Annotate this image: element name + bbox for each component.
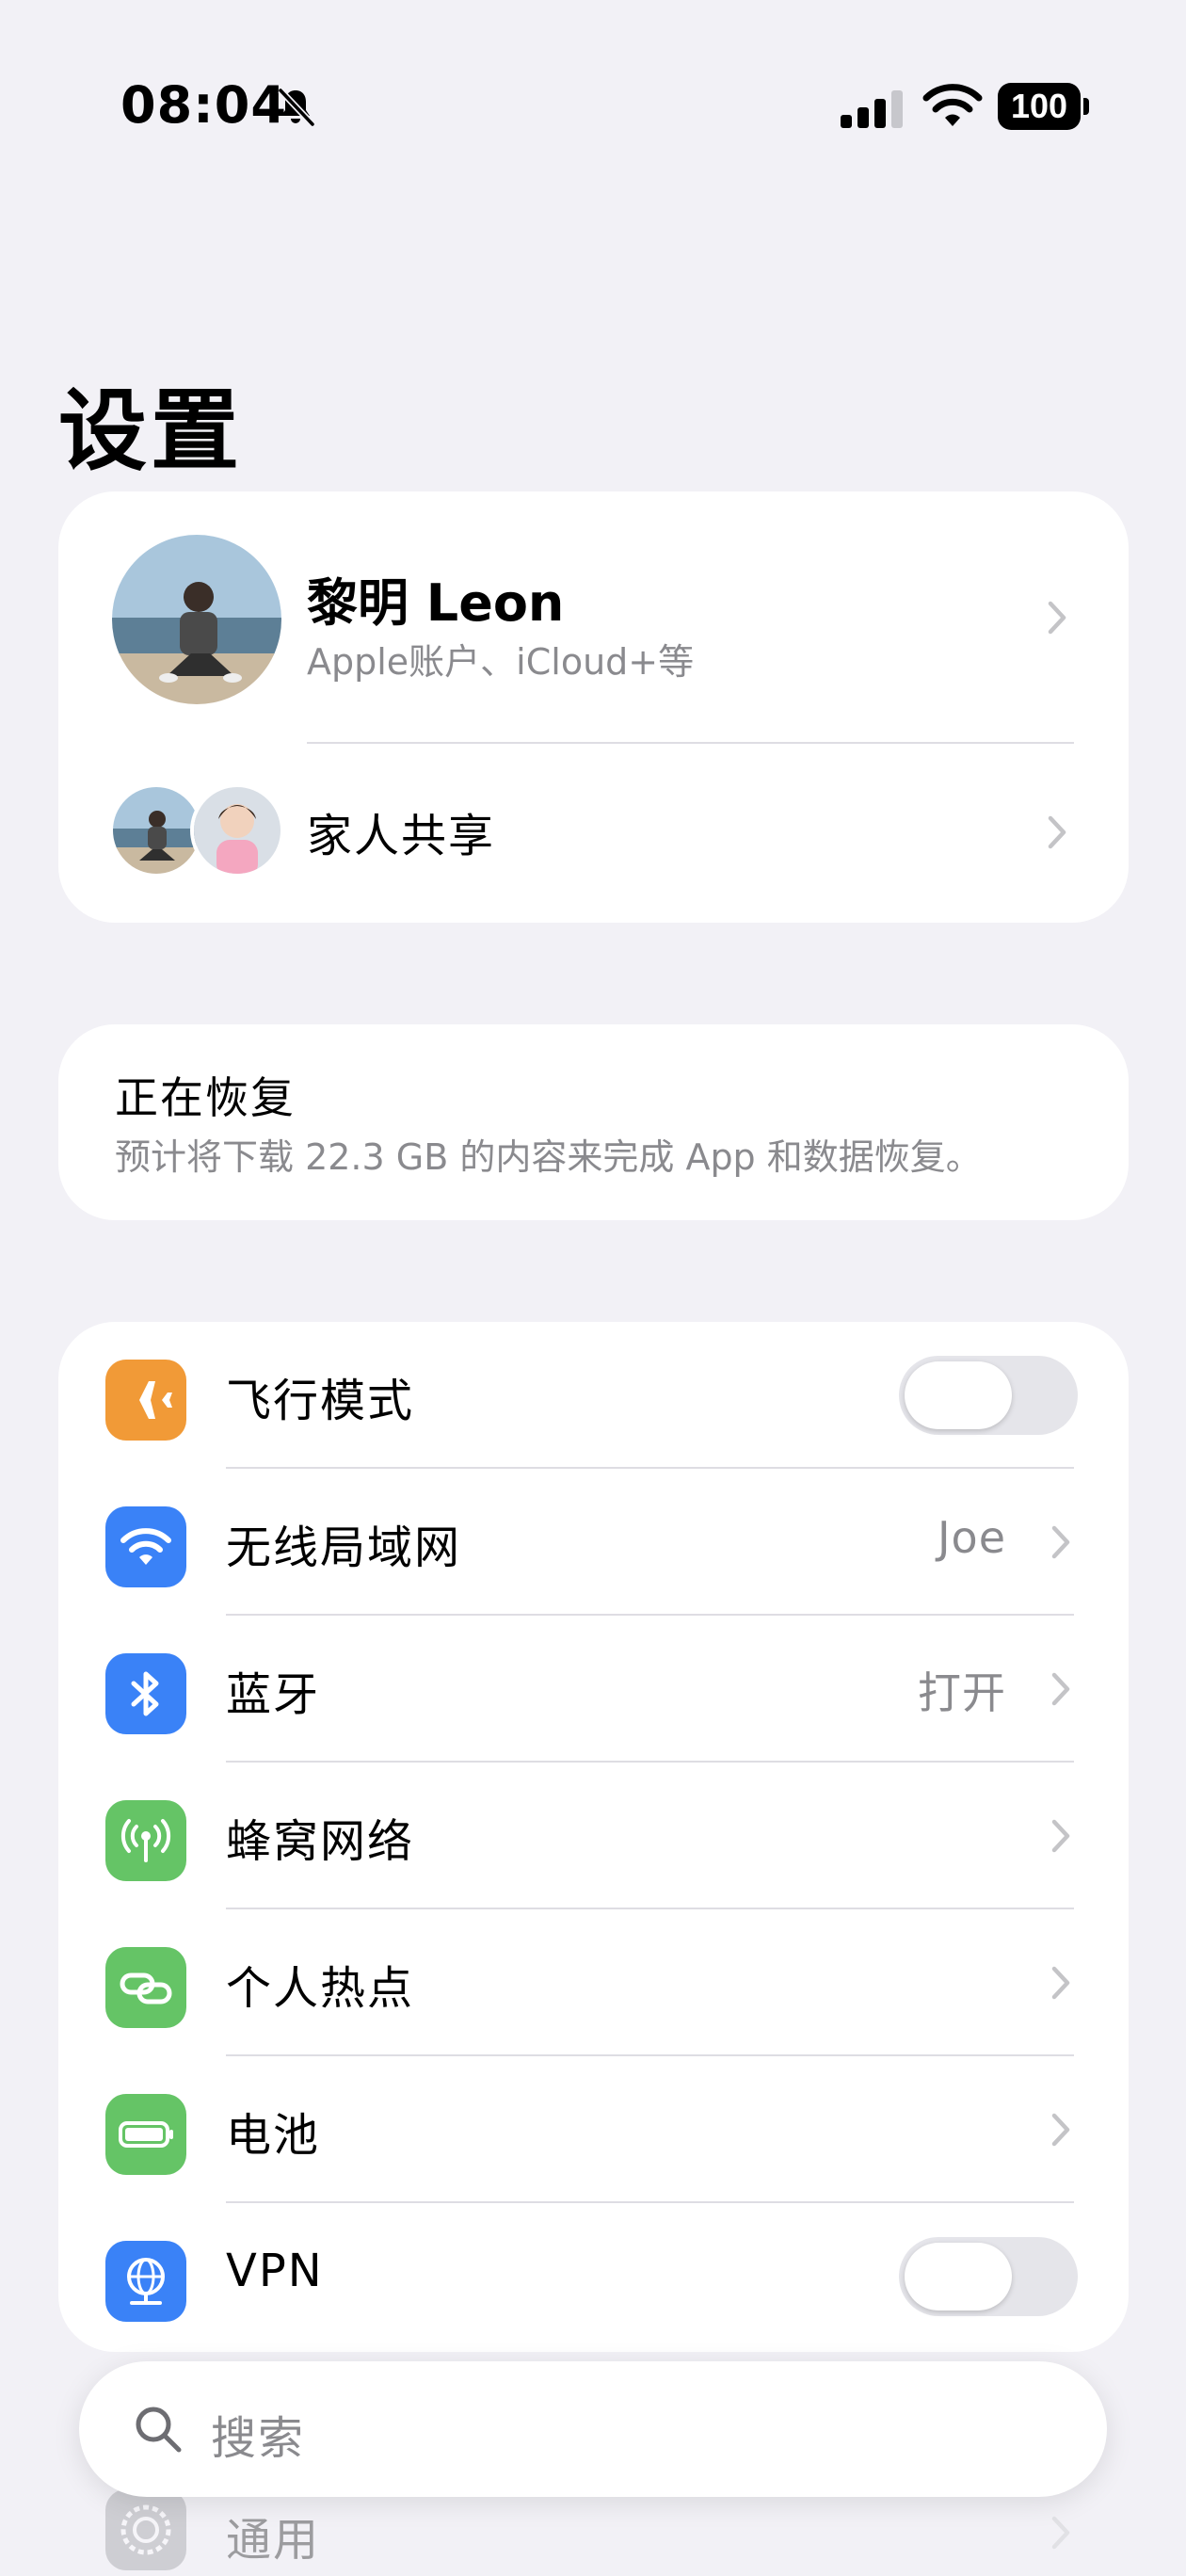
cellular-signal-icon xyxy=(841,90,903,128)
chevron-right-icon xyxy=(1051,1966,1070,2000)
setting-value: Joe xyxy=(937,1512,1006,1563)
chevron-right-icon xyxy=(1048,601,1066,635)
cellular-icon xyxy=(105,1800,186,1881)
page-title: 设置 xyxy=(58,380,244,483)
gear-icon xyxy=(105,2489,186,2570)
bluetooth-icon xyxy=(105,1653,186,1734)
setting-row-personal-hotspot[interactable]: 个人热点 xyxy=(58,1909,1129,2056)
wifi-icon xyxy=(105,1506,186,1587)
search-input[interactable]: 搜索 xyxy=(211,2401,305,2467)
family-avatar xyxy=(190,783,284,877)
search-icon xyxy=(136,2407,182,2453)
setting-row-bluetooth[interactable]: 蓝牙 打开 xyxy=(58,1616,1129,1763)
setting-label: 通用 xyxy=(226,2514,321,2567)
chevron-right-icon xyxy=(1051,1525,1070,1559)
settings-group: 飞行模式 无线局域网 Joe 蓝牙 打开 蜂窝网络 个人热点 电池 VPN xyxy=(58,1322,1129,2352)
setting-row-battery[interactable]: 电池 xyxy=(58,2056,1129,2203)
restore-title: 正在恢复 xyxy=(115,1072,296,1123)
setting-row-wifi[interactable]: 无线局域网 Joe xyxy=(58,1469,1129,1616)
chevron-right-icon xyxy=(1051,2516,1070,2550)
setting-label: VPN xyxy=(226,2245,324,2297)
search-bar[interactable]: 搜索 xyxy=(79,2361,1107,2497)
setting-label: 飞行模式 xyxy=(226,1375,415,1427)
chevron-right-icon xyxy=(1051,2113,1070,2147)
family-sharing-label: 家人共享 xyxy=(307,810,496,862)
vpn-toggle[interactable] xyxy=(899,2237,1078,2316)
setting-row-airplane-mode[interactable]: 飞行模式 xyxy=(58,1322,1129,1469)
apple-account-row[interactable]: 黎明 Leon Apple账户、iCloud+等 xyxy=(58,491,1129,744)
setting-label: 蓝牙 xyxy=(226,1668,321,1721)
battery-percent: 100 xyxy=(1010,87,1068,125)
battery-indicator: 100 xyxy=(998,83,1090,130)
setting-label: 电池 xyxy=(226,2109,321,2162)
restore-description: 预计将下载 22.3 GB 的内容来完成 App 和数据恢复。 xyxy=(115,1136,982,1178)
battery-icon xyxy=(105,2094,186,2175)
chevron-right-icon xyxy=(1051,1672,1070,1706)
setting-value: 打开 xyxy=(918,1667,1006,1718)
bell-slash-icon xyxy=(278,88,315,127)
status-time: 08:04 xyxy=(120,75,287,135)
account-card: 黎明 Leon Apple账户、iCloud+等 家人共享 xyxy=(58,491,1129,923)
account-name: 黎明 Leon xyxy=(307,573,565,633)
setting-row-cellular[interactable]: 蜂窝网络 xyxy=(58,1763,1129,1909)
setting-label: 个人热点 xyxy=(226,1962,415,2015)
hotspot-icon xyxy=(105,1947,186,2028)
setting-label: 无线局域网 xyxy=(226,1521,462,1574)
family-sharing-row[interactable]: 家人共享 xyxy=(58,744,1129,923)
account-subtitle: Apple账户、iCloud+等 xyxy=(307,641,695,683)
avatar xyxy=(112,535,281,704)
restore-card[interactable]: 正在恢复 预计将下载 22.3 GB 的内容来完成 App 和数据恢复。 xyxy=(58,1024,1129,1220)
family-avatar xyxy=(113,787,200,874)
vpn-globe-icon xyxy=(105,2241,186,2322)
chevron-right-icon xyxy=(1051,1819,1070,1853)
wifi-status-icon xyxy=(922,84,983,126)
setting-label: 蜂窝网络 xyxy=(226,1815,415,1868)
setting-row-vpn[interactable]: VPN xyxy=(58,2203,1129,2350)
airplane-icon xyxy=(105,1360,186,1441)
airplane-mode-toggle[interactable] xyxy=(899,1356,1078,1435)
chevron-right-icon xyxy=(1048,815,1066,849)
